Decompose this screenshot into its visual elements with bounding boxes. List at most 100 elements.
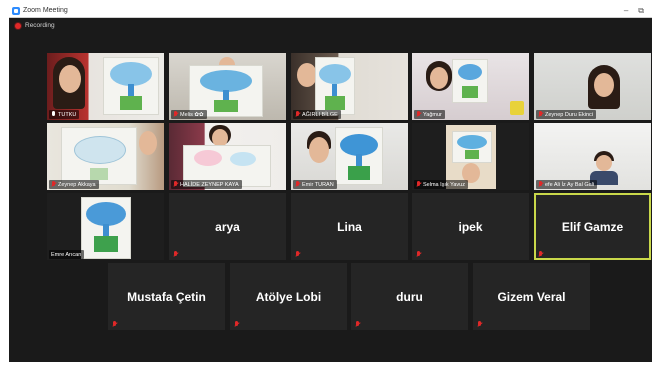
participant-face [59, 65, 81, 93]
drawing-pot [325, 96, 345, 110]
participant-tile[interactable]: Atölye Lobi [230, 263, 347, 330]
participant-label: AĞIRLI BİLGE [293, 110, 341, 119]
drawing [315, 57, 355, 115]
participant-face [430, 67, 448, 89]
yellow-cup [510, 101, 524, 115]
recording-label: Recording [25, 22, 55, 29]
participant-tile[interactable]: Mustafa Çetin [108, 263, 225, 330]
participant-face [139, 131, 157, 155]
video-tile[interactable]: Selma Işık Yavuz [412, 123, 529, 190]
video-tile[interactable]: AĞIRLI BİLGE [291, 53, 408, 120]
participant-label: Zeynep Akkaya [49, 180, 99, 189]
title-bar: Zoom Meeting – ⧉ [9, 4, 652, 18]
drawing-cloud [319, 64, 351, 84]
participant-face [309, 137, 329, 163]
participant-tile[interactable]: Lina [291, 193, 408, 260]
drawing [452, 59, 488, 103]
zoom-app-icon [12, 6, 20, 15]
mic-muted-icon [416, 251, 421, 258]
participant-label [293, 250, 305, 259]
participant-tile-active-speaker[interactable]: Elif Gamze [534, 193, 651, 260]
drawing-pot [90, 168, 108, 180]
participant-face [596, 155, 612, 171]
participant-tile[interactable]: arya [169, 193, 286, 260]
participant-tile[interactable]: duru [351, 263, 468, 330]
video-tile[interactable]: Emre Arıcan [47, 193, 164, 260]
participant-name: Zeynep Duru Ekinci [545, 111, 593, 118]
mic-muted-icon [234, 321, 239, 328]
participant-label: Melis ✿✿ [171, 110, 207, 119]
participant-display-name: Gizem Veral [497, 289, 566, 304]
drawing-cloud [74, 136, 126, 164]
drawing [61, 127, 137, 185]
video-tile[interactable]: Emir TURAN [291, 123, 408, 190]
video-tile[interactable]: TUTKU [47, 53, 164, 120]
mic-muted-icon [173, 181, 178, 188]
participant-label: HALİDE ZEYNEP KAYA [171, 180, 242, 189]
participant-name: efe Ali İz Ay Bal Gali [545, 181, 595, 188]
participant-name: Zeynep Akkaya [58, 181, 96, 188]
mic-muted-icon [295, 181, 300, 188]
mic-muted-icon [173, 111, 178, 118]
mic-muted-icon [538, 111, 543, 118]
drawing-stem [356, 154, 362, 166]
drawing-stem [332, 84, 337, 96]
participant-name: Yağmur [423, 111, 442, 118]
video-tile[interactable]: Yağmur [412, 53, 529, 120]
drawing-cloud [86, 202, 126, 226]
participant-tile[interactable]: ipek [412, 193, 529, 260]
participant-label: Zeynep Duru Ekinci [536, 110, 596, 119]
video-tile[interactable]: Zeynep Akkaya [47, 123, 164, 190]
minimize-button[interactable]: – [624, 6, 628, 15]
mic-muted-icon [477, 321, 482, 328]
video-tile[interactable]: Melis ✿✿ [169, 53, 286, 120]
mic-muted-icon [416, 111, 421, 118]
participant-display-name: Mustafa Çetin [127, 289, 206, 304]
participant-display-name: Atölye Lobi [255, 289, 322, 304]
drawing-cloud [457, 135, 487, 149]
participant-display-name: duru [396, 289, 423, 304]
drawing [452, 131, 492, 163]
window-title: Zoom Meeting [23, 7, 68, 14]
participant-label: efe Ali İz Ay Bal Gali [536, 180, 598, 189]
zoom-window: Zoom Meeting – ⧉ Recording TUTKU Melis ✿… [9, 4, 652, 362]
participant-label: Yağmur [414, 110, 445, 119]
participant-display-name: arya [215, 219, 240, 234]
mic-muted-icon [355, 321, 360, 328]
mic-muted-icon [112, 321, 117, 328]
participant-face [594, 73, 614, 97]
participant-display-name: Elif Gamze [561, 219, 624, 234]
participant-label: TUTKU [49, 110, 80, 119]
mic-muted-icon [538, 251, 543, 258]
video-tile[interactable]: efe Ali İz Ay Bal Gali [534, 123, 651, 190]
restore-button[interactable]: ⧉ [638, 6, 644, 15]
drawing-cloud [340, 134, 378, 156]
participant-display-name: Lina [337, 219, 362, 234]
mic-muted-icon [173, 251, 178, 258]
drawing [81, 197, 131, 259]
drawing-pot [465, 150, 479, 159]
recording-indicator[interactable]: Recording [15, 22, 55, 29]
participant-label: Emre Arıcan [49, 250, 85, 259]
drawing-cloud [194, 150, 222, 166]
participant-name: TUTKU [58, 111, 77, 118]
drawing-pot [462, 86, 478, 98]
drawing-pot [94, 236, 118, 252]
participant-face [297, 63, 317, 87]
participant-name: AĞIRLI BİLGE [302, 111, 338, 118]
video-tile[interactable]: Zeynep Duru Ekinci [534, 53, 651, 120]
participant-label [475, 320, 487, 329]
participant-label [536, 250, 548, 259]
participant-display-name: ipek [458, 219, 483, 234]
drawing-cloud [200, 70, 252, 92]
participant-name: Selma Işık Yavuz [423, 181, 465, 188]
video-tile[interactable]: HALİDE ZEYNEP KAYA [169, 123, 286, 190]
drawing-stem [103, 224, 109, 236]
window-controls: – ⧉ [624, 6, 644, 15]
participant-name: Emir TURAN [302, 181, 334, 188]
participant-tile[interactable]: Gizem Veral [473, 263, 590, 330]
drawing-cloud [110, 62, 152, 86]
drawing [335, 127, 383, 185]
drawing-pot [348, 166, 370, 180]
mic-icon [51, 111, 56, 118]
